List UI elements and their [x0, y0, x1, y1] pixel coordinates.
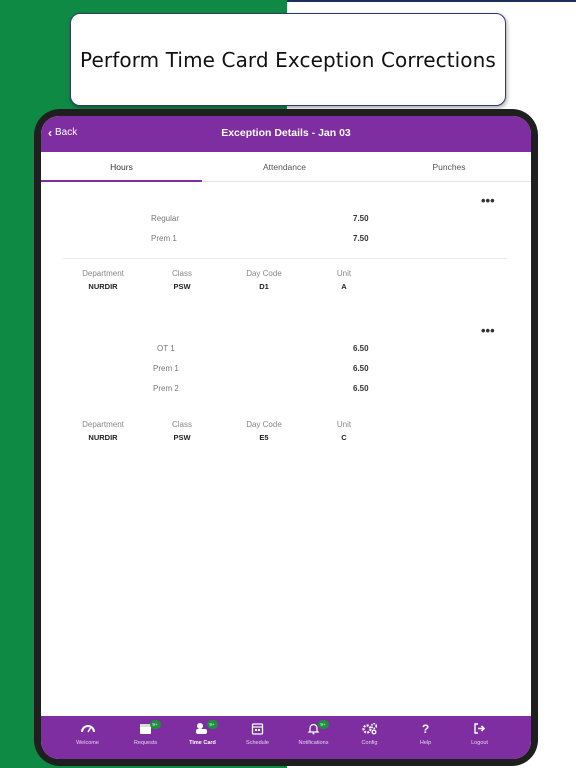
schedule-icon: [250, 722, 266, 736]
meta-value-unit: C: [341, 433, 347, 442]
logout-icon: [472, 722, 488, 736]
app-screen: ‹ Back Exception Details - Jan 03 Hours …: [41, 116, 531, 759]
hours-label: Regular: [151, 214, 180, 223]
help-icon: ?: [421, 722, 430, 736]
meta-value-department: NURDIR: [88, 282, 118, 291]
tab-punches[interactable]: Punches: [367, 152, 531, 182]
nav-welcome[interactable]: Welcome: [60, 716, 115, 759]
nav-logout[interactable]: Logout: [452, 716, 507, 759]
slide-title-box: Perform Time Card Exception Corrections: [70, 13, 506, 106]
calendar-request-icon: 9+: [138, 720, 161, 736]
time-card-badge: 9+: [206, 720, 218, 729]
notifications-badge: 9+: [317, 720, 329, 729]
more-options-icon[interactable]: •••: [481, 193, 495, 208]
meta-label-department: Department: [82, 420, 124, 429]
nav-requests[interactable]: 9+ Requests: [118, 716, 173, 759]
meta-label-day-code: Day Code: [246, 269, 282, 278]
meta-label-day-code: Day Code: [246, 420, 282, 429]
hours-value: 6.50: [353, 364, 369, 373]
hours-label: Prem 1: [151, 234, 177, 243]
requests-badge: 9+: [149, 720, 161, 729]
background-top-line: [287, 0, 576, 2]
app-header: ‹ Back Exception Details - Jan 03: [41, 116, 531, 152]
nav-help[interactable]: ? Help: [398, 716, 453, 759]
tab-bar: Hours Attendance Punches: [41, 152, 531, 182]
page-title: Exception Details - Jan 03: [221, 127, 351, 139]
hours-value: 7.50: [353, 214, 369, 223]
hours-value: 6.50: [353, 344, 369, 353]
tablet-frame: ‹ Back Exception Details - Jan 03 Hours …: [34, 109, 538, 766]
hours-value: 6.50: [353, 384, 369, 393]
hours-label: Prem 1: [153, 364, 179, 373]
meta-label-unit: Unit: [336, 420, 352, 429]
meta-label-department: Department: [82, 269, 124, 278]
hours-label: OT 1: [157, 344, 175, 353]
meta-value-day-code: D1: [259, 282, 269, 291]
divider: [63, 258, 507, 259]
meta-value-department: NURDIR: [88, 433, 118, 442]
tab-attendance[interactable]: Attendance: [202, 152, 367, 182]
meta-label-class: Class: [171, 269, 192, 278]
tab-hours[interactable]: Hours: [41, 152, 202, 182]
nav-notifications[interactable]: 9+ Notifications: [286, 716, 341, 759]
dashboard-icon: [80, 722, 96, 736]
hours-value: 7.50: [353, 234, 369, 243]
more-options-icon[interactable]: •••: [481, 323, 495, 338]
meta-label-class: Class: [171, 420, 192, 429]
meta-value-day-code: E5: [259, 433, 269, 442]
meta-value-class: PSW: [173, 433, 191, 442]
meta-value-class: PSW: [173, 282, 191, 291]
meta-label-unit: Unit: [336, 269, 352, 278]
nav-time-card[interactable]: 9+ Time Card: [175, 716, 230, 759]
gears-icon: [361, 722, 378, 736]
bottom-nav: Welcome 9+ Requests 9+ Time Card Schedul…: [41, 716, 531, 759]
time-card-icon: 9+: [195, 720, 218, 736]
nav-config[interactable]: Config: [342, 716, 397, 759]
bell-icon: 9+: [306, 720, 329, 736]
meta-value-unit: A: [341, 282, 347, 291]
active-tab-indicator: [41, 180, 202, 182]
nav-schedule[interactable]: Schedule: [230, 716, 285, 759]
hours-label: Prem 2: [153, 384, 179, 393]
slide-title: Perform Time Card Exception Corrections: [80, 47, 496, 72]
